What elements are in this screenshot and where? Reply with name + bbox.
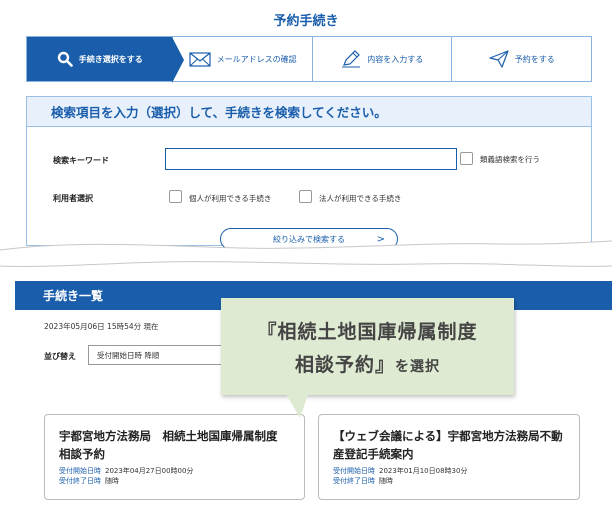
card-meta: 受付開始日時 2023年04月27日00時00分 受付終了日時 随時 bbox=[59, 466, 290, 486]
end-value: 随時 bbox=[105, 477, 119, 485]
end-value: 随時 bbox=[379, 477, 393, 485]
individual-checkbox[interactable] bbox=[169, 190, 182, 203]
start-key: 受付開始日時 bbox=[59, 467, 101, 475]
end-key: 受付終了日時 bbox=[59, 477, 101, 485]
sort-label: 並び替え bbox=[44, 352, 76, 361]
pencil-icon bbox=[341, 50, 361, 68]
search-heading: 検索項目を入力（選択）して、手続きを検索してください。 bbox=[27, 97, 591, 127]
torn-edge-divider bbox=[0, 240, 612, 268]
synonym-checkbox[interactable] bbox=[460, 152, 473, 165]
search-panel: 検索項目を入力（選択）して、手続きを検索してください。 検索キーワード 類義語検… bbox=[26, 96, 592, 250]
step-label: 手続き選択をする bbox=[78, 54, 143, 64]
procedure-card[interactable]: 宇都宮地方法務局 相続土地国庫帰属制度 相談予約 受付開始日時 2023年04月2… bbox=[44, 414, 305, 500]
step-make-reservation: 予約をする bbox=[451, 37, 591, 81]
callout-procedure-name: 相談予約』 bbox=[294, 353, 395, 376]
corporate-checkbox[interactable] bbox=[299, 190, 312, 203]
step-enter-details: 内容を入力する bbox=[311, 37, 452, 81]
card-title: 【ウェブ会議による】宇都宮地方法務局不動産登記手続案内 bbox=[333, 429, 563, 461]
step-select-procedure: 手続き選択をする bbox=[27, 37, 185, 83]
corporate-label: 法人が利用できる手続き bbox=[319, 194, 402, 203]
card-title: 宇都宮地方法務局 相続土地国庫帰属制度 相談予約 bbox=[59, 429, 289, 461]
step-label: メールアドレスの確認 bbox=[216, 54, 297, 64]
sort-select[interactable]: 受付開始日時 降順 bbox=[88, 345, 228, 365]
mail-icon bbox=[189, 51, 211, 67]
step-label: 内容を入力する bbox=[367, 54, 424, 64]
step-label: 予約をする bbox=[514, 54, 555, 64]
synonym-label: 類義語検索を行う bbox=[480, 155, 540, 164]
step-confirm-email: メールアドレスの確認 bbox=[172, 37, 312, 81]
user-select-label: 利用者選択 bbox=[53, 194, 93, 203]
keyword-input[interactable] bbox=[165, 148, 457, 170]
instruction-callout: 『相続土地国庫帰属制度 相談予約』を選択 bbox=[221, 298, 514, 395]
callout-line-2: 相談予約』を選択 bbox=[295, 350, 440, 377]
send-icon bbox=[489, 50, 509, 68]
keyword-label: 検索キーワード bbox=[53, 156, 109, 165]
progress-steps: 手続き選択をする メールアドレスの確認 内容を入力する 予約をする bbox=[26, 36, 592, 83]
list-heading: 手続き一覧 bbox=[43, 289, 104, 303]
card-meta: 受付開始日時 2023年01月10日08時30分 受付終了日時 随時 bbox=[333, 466, 565, 486]
callout-action: を選択 bbox=[395, 358, 440, 375]
callout-pointer bbox=[286, 394, 308, 418]
start-value: 2023年04月27日00時00分 bbox=[105, 467, 194, 475]
end-key: 受付終了日時 bbox=[333, 477, 375, 485]
procedure-card[interactable]: 【ウェブ会議による】宇都宮地方法務局不動産登記手続案内 受付開始日時 2023年0… bbox=[318, 414, 580, 500]
start-key: 受付開始日時 bbox=[333, 467, 375, 475]
individual-label: 個人が利用できる手続き bbox=[189, 194, 272, 203]
callout-line-1: 『相続土地国庫帰属制度 bbox=[257, 320, 478, 343]
start-value: 2023年01月10日08時30分 bbox=[379, 467, 468, 475]
as-of-timestamp: 2023年05月06日 15時54分 現在 bbox=[44, 322, 159, 331]
page-title: 予約手続き bbox=[273, 14, 339, 29]
search-icon bbox=[57, 51, 73, 67]
